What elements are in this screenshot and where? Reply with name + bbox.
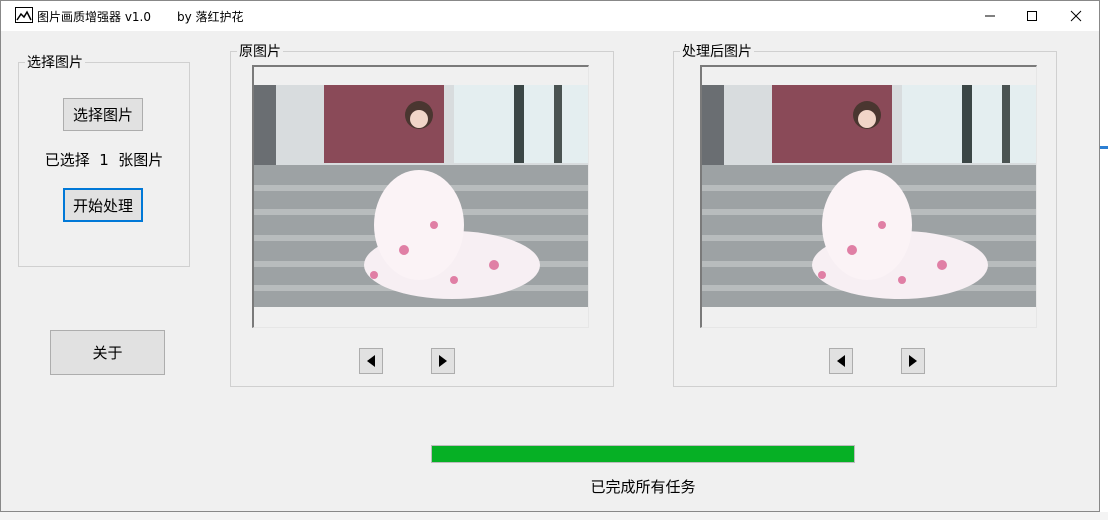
triangle-left-icon — [837, 355, 845, 367]
window-title: 图片画质增强器 v1.0 — [37, 10, 152, 24]
processed-image-frame — [700, 65, 1037, 328]
select-image-button[interactable]: 选择图片 — [63, 98, 143, 131]
select-image-legend: 选择图片 — [27, 55, 83, 71]
processed-image-legend: 处理后图片 — [682, 44, 752, 60]
original-photo — [254, 85, 588, 307]
processed-prev-button[interactable] — [829, 348, 853, 374]
close-icon — [1070, 10, 1082, 22]
original-image-frame — [252, 65, 589, 328]
original-next-button[interactable] — [431, 348, 455, 374]
processed-photo — [702, 85, 1036, 307]
minimize-button[interactable] — [967, 1, 1013, 31]
triangle-right-icon — [439, 355, 447, 367]
background-bottom-edge — [0, 512, 1108, 520]
minimize-icon — [985, 15, 995, 17]
maximize-icon — [1027, 11, 1037, 21]
triangle-right-icon — [909, 355, 917, 367]
progress-bar — [431, 445, 855, 463]
app-picture-icon — [15, 7, 33, 23]
original-prev-button[interactable] — [359, 348, 383, 374]
status-label: 已完成所有任务 — [590, 478, 696, 496]
about-button[interactable]: 关于 — [50, 330, 165, 375]
background-accent-line — [1100, 146, 1108, 149]
title-bar[interactable]: 图片画质增强器 v1.0 by 落红护花 — [1, 1, 1099, 31]
processed-next-button[interactable] — [901, 348, 925, 374]
window-author: by 落红护花 — [177, 10, 244, 24]
triangle-left-icon — [367, 355, 375, 367]
start-processing-button[interactable]: 开始处理 — [63, 188, 143, 222]
progress-bar-fill — [432, 446, 854, 462]
close-button[interactable] — [1053, 1, 1099, 31]
original-image-legend: 原图片 — [239, 44, 281, 60]
selected-count-label: 已选择 1 张图片 — [44, 151, 164, 169]
background-window-edge — [1100, 0, 1108, 520]
app-window: 图片画质增强器 v1.0 by 落红护花 选择图片 选择图片 已选择 1 张图片… — [0, 0, 1100, 512]
maximize-button[interactable] — [1009, 1, 1055, 31]
